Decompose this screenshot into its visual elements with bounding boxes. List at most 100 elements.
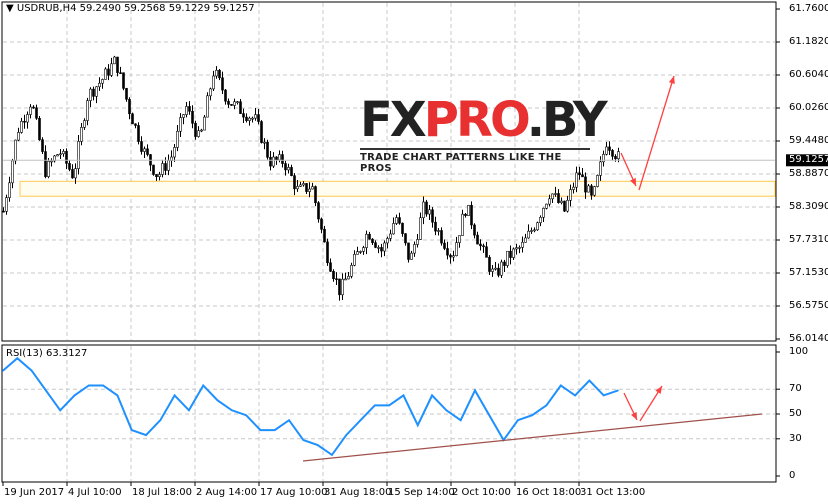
candle-body bbox=[146, 148, 149, 155]
candle-body bbox=[545, 203, 548, 209]
candle-body bbox=[287, 167, 290, 171]
candle-body bbox=[65, 151, 68, 164]
candle-body bbox=[167, 160, 170, 171]
candle-body bbox=[482, 245, 485, 248]
chart-canvas[interactable] bbox=[0, 0, 828, 504]
candle-body bbox=[116, 56, 119, 73]
dropdown-triangle-icon[interactable]: ▼ bbox=[6, 3, 14, 14]
candle-body bbox=[185, 106, 188, 115]
candle-body bbox=[188, 106, 191, 112]
candle-body bbox=[389, 233, 392, 239]
candle-body bbox=[377, 247, 380, 249]
arrow-up bbox=[638, 75, 675, 191]
candle-body bbox=[89, 88, 92, 101]
candle-body bbox=[23, 120, 26, 123]
candle-body bbox=[20, 120, 23, 133]
rsi-point bbox=[588, 379, 591, 382]
candle-body bbox=[437, 230, 440, 232]
candle-body bbox=[269, 157, 272, 167]
candle-body bbox=[311, 186, 314, 190]
candle-body bbox=[488, 257, 491, 272]
rsi-point bbox=[416, 424, 419, 426]
x-tick-label: 15 Sep 14:00 bbox=[388, 487, 455, 498]
candle-body bbox=[158, 174, 161, 177]
candle-body bbox=[416, 239, 419, 245]
candle-body bbox=[449, 254, 452, 258]
candle-body bbox=[302, 183, 305, 186]
candle-body bbox=[362, 247, 365, 252]
candle-body bbox=[119, 72, 122, 74]
candle-body bbox=[263, 141, 266, 144]
candle-body bbox=[56, 154, 59, 157]
rsi-point bbox=[59, 409, 62, 412]
candle-body bbox=[356, 251, 359, 255]
candle-body bbox=[221, 77, 224, 91]
candle-body bbox=[125, 88, 128, 100]
rsi-point bbox=[316, 444, 319, 446]
rsi-point bbox=[216, 399, 219, 402]
candle-body bbox=[539, 216, 542, 224]
rsi-point bbox=[531, 414, 533, 417]
candle-body bbox=[476, 234, 479, 245]
rsi-line bbox=[2, 356, 619, 457]
candle-body bbox=[74, 168, 77, 179]
x-tick-label: 2 Aug 14:00 bbox=[196, 487, 258, 498]
candle-body bbox=[470, 204, 473, 226]
candle-body bbox=[281, 154, 284, 164]
candle-body bbox=[614, 156, 617, 160]
candle-body bbox=[473, 224, 476, 236]
rsi-point bbox=[602, 394, 605, 397]
chart-window[interactable]: ▼ USDRUB,H4 59.2490 59.2568 59.1229 59.1… bbox=[0, 0, 828, 504]
candle-body bbox=[455, 242, 458, 256]
candle-body bbox=[83, 120, 86, 128]
candle-body bbox=[38, 118, 41, 141]
candle-body bbox=[371, 238, 374, 243]
candle-body bbox=[425, 201, 428, 215]
candle-body bbox=[299, 184, 302, 187]
candle-body bbox=[518, 247, 521, 249]
candle-body bbox=[230, 104, 233, 106]
rsi-point bbox=[173, 394, 176, 397]
x-tick-label: 17 Aug 10:00 bbox=[260, 487, 328, 498]
candle-body bbox=[254, 114, 257, 119]
candle-body bbox=[284, 163, 287, 171]
rsi-point bbox=[45, 389, 47, 392]
candle-body bbox=[557, 193, 560, 203]
candle-body bbox=[572, 186, 575, 190]
candle-body bbox=[179, 117, 182, 132]
candle-body bbox=[452, 255, 455, 258]
candle-body bbox=[506, 250, 509, 266]
candle-body bbox=[86, 100, 89, 121]
candle-body bbox=[95, 86, 98, 97]
price-axis-label: 57.1530 bbox=[789, 267, 828, 278]
candle-body bbox=[50, 160, 53, 163]
candle-body bbox=[32, 106, 35, 109]
candle-body bbox=[467, 204, 470, 216]
x-tick-label: 31 Aug 18:00 bbox=[324, 487, 392, 498]
candle-body bbox=[134, 123, 137, 126]
candle-body bbox=[35, 107, 38, 119]
candle-body bbox=[491, 268, 494, 272]
candle-body bbox=[212, 75, 215, 90]
candle-body bbox=[599, 161, 602, 176]
candle-body bbox=[29, 106, 32, 115]
rsi-point bbox=[445, 409, 448, 412]
rsi-point bbox=[245, 414, 247, 417]
candle-body bbox=[215, 69, 218, 77]
candle-body bbox=[197, 130, 200, 137]
candle-body bbox=[41, 139, 44, 152]
candle-body bbox=[257, 114, 260, 122]
candle-body bbox=[332, 271, 335, 280]
candle-body bbox=[533, 229, 536, 232]
candle-body bbox=[566, 200, 569, 212]
rsi-point bbox=[545, 404, 548, 407]
candle-body bbox=[365, 233, 368, 248]
rsi-point bbox=[488, 414, 491, 417]
candle-body bbox=[584, 176, 587, 193]
rsi-point bbox=[374, 404, 376, 407]
candle-body bbox=[62, 151, 65, 155]
candle-body bbox=[5, 197, 8, 212]
candle-body bbox=[551, 193, 554, 200]
candle-body bbox=[314, 186, 317, 204]
candle-body bbox=[590, 185, 593, 196]
